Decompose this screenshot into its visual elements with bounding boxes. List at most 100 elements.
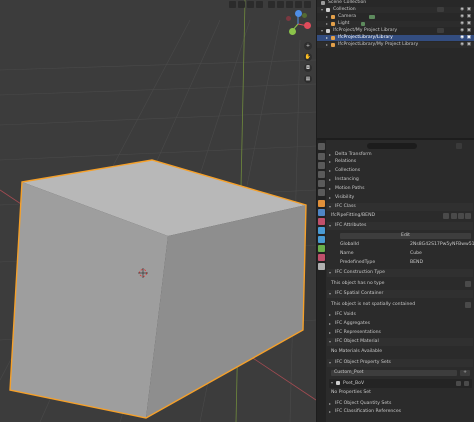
- world-tab-icon[interactable]: [318, 189, 325, 196]
- chevron-down-icon[interactable]: ▾: [331, 380, 333, 385]
- pset-dropdown[interactable]: Custom_Pset: [331, 370, 457, 376]
- modifier-tab-icon[interactable]: [318, 209, 325, 216]
- outliner-row-ifc-project[interactable]: ▾ IfcProject/My Project Library ◉ ▣: [317, 28, 474, 34]
- edit-attributes-button[interactable]: Edit: [340, 233, 471, 239]
- duplicate-icon[interactable]: [458, 213, 464, 219]
- panel-ifc-aggregates[interactable]: ▸ IFC Aggregates: [327, 320, 473, 328]
- outliner-row-library-selected[interactable]: ▸ IfcProjectLibrary/Library ◉ ▣: [317, 35, 474, 41]
- eye-icon[interactable]: ◉: [460, 21, 464, 27]
- outliner-panel: Scene Collection ▾ Collection ◉ ▣ ▸ Came…: [317, 0, 474, 138]
- panel-ifc-classification-references[interactable]: ▸ IFC Classification References: [327, 408, 473, 416]
- scene-tab-icon[interactable]: [318, 180, 325, 187]
- chevron-right-icon[interactable]: ▸: [326, 42, 328, 48]
- edit-icon[interactable]: [465, 302, 471, 308]
- panel-ifc-object-property-sets[interactable]: ▾ IFC Object Property Sets: [327, 359, 473, 367]
- viewport-header-btn[interactable]: [295, 1, 302, 8]
- outliner-row-camera[interactable]: ▸ Camera ◉ ▣: [317, 14, 474, 20]
- render-camera-icon[interactable]: ▣: [467, 21, 471, 27]
- attribute-row-predefined-type: PredefinedType BEND: [327, 259, 473, 267]
- panel-title: IFC Construction Type: [335, 270, 385, 275]
- material-tab-icon[interactable]: [318, 254, 325, 261]
- render-camera-icon[interactable]: ▣: [467, 14, 471, 20]
- eye-icon[interactable]: ◉: [460, 35, 464, 41]
- gizmo-z-icon[interactable]: [295, 10, 302, 17]
- panel-ifc-spatial-container[interactable]: ▾ IFC Spatial Container: [327, 290, 473, 298]
- eye-icon[interactable]: ◉: [460, 42, 464, 48]
- viewport-header-btn[interactable]: [256, 1, 263, 8]
- eye-icon[interactable]: ◉: [460, 7, 464, 13]
- data-tab-icon[interactable]: [318, 245, 325, 252]
- select-icon[interactable]: [443, 213, 449, 219]
- add-pset-icon[interactable]: +: [460, 370, 470, 376]
- render-camera-icon[interactable]: ▣: [467, 7, 471, 13]
- panel-visibility[interactable]: ▸ Visibility: [327, 194, 473, 202]
- outliner-row-collection[interactable]: ▾ Collection ◉ ▣: [317, 7, 474, 13]
- chevron-right-icon[interactable]: ▸: [326, 35, 328, 41]
- render-camera-icon[interactable]: ▣: [467, 28, 471, 34]
- particles-tab-icon[interactable]: [318, 218, 325, 225]
- chevron-right-icon: ▸: [329, 312, 332, 317]
- panel-collections[interactable]: ▸ Collections: [327, 167, 473, 175]
- checkbox-icon[interactable]: [437, 7, 444, 12]
- viewport-header-btn[interactable]: [238, 1, 245, 8]
- ifc-class-value: IfcPipeFitting/BEND: [331, 213, 376, 218]
- panel-ifc-construction-type[interactable]: ▾ IFC Construction Type: [327, 269, 473, 277]
- panel-ifc-object-quantity-sets[interactable]: ▸ IFC Object Quantity Sets: [327, 400, 473, 408]
- render-camera-icon[interactable]: ▣: [467, 42, 471, 48]
- panel-instancing[interactable]: ▸ Instancing: [327, 176, 473, 184]
- camera-view-icon[interactable]: ◘: [304, 64, 312, 72]
- output-tab-icon[interactable]: [318, 162, 325, 169]
- properties-search-input[interactable]: [367, 143, 417, 149]
- gizmo-y-icon[interactable]: [289, 28, 296, 35]
- eye-icon[interactable]: ◉: [460, 28, 464, 34]
- chevron-right-icon[interactable]: ▸: [326, 21, 328, 27]
- panel-motion-paths[interactable]: ▸ Motion Paths: [327, 185, 473, 193]
- edit-icon[interactable]: [451, 213, 457, 219]
- viewport-header-btn[interactable]: [247, 1, 254, 8]
- viewport-header-btn[interactable]: [304, 1, 311, 8]
- panel-ifc-attributes[interactable]: ▾ IFC Attributes: [327, 222, 473, 230]
- outliner-row-light[interactable]: ▸ Light ◉ ▣: [317, 21, 474, 27]
- pan-hand-icon[interactable]: ✋: [304, 53, 312, 61]
- zoom-icon[interactable]: +: [304, 42, 312, 50]
- outliner-row-ifc-project-library[interactable]: ▸ IfcProjectLibrary/My Project Library ◉…: [317, 42, 474, 48]
- eye-icon[interactable]: ◉: [460, 14, 464, 20]
- texture-tab-icon[interactable]: [318, 263, 325, 270]
- chevron-right-icon[interactable]: ▸: [326, 14, 328, 20]
- edit-icon[interactable]: [465, 281, 471, 287]
- constraints-tab-icon[interactable]: [318, 236, 325, 243]
- gizmo-neg-y-icon[interactable]: [302, 13, 307, 18]
- outliner-row-scene-collection[interactable]: Scene Collection: [317, 0, 474, 6]
- pset-name: Pset_BoV: [343, 381, 365, 386]
- edit-icon[interactable]: [456, 381, 461, 386]
- panel-ifc-voids[interactable]: ▸ IFC Voids: [327, 311, 473, 319]
- construction-type-row: This object has no type: [327, 280, 473, 288]
- panel-ifc-class[interactable]: ▾ IFC Class: [327, 203, 473, 211]
- render-camera-icon[interactable]: ▣: [467, 35, 471, 41]
- panel-ifc-representations[interactable]: ▸ IFC Representations: [327, 329, 473, 337]
- viewport-header-btn[interactable]: [229, 1, 236, 8]
- gizmo-neg-x-icon[interactable]: [286, 16, 291, 21]
- viewport-header-btn[interactable]: [277, 1, 284, 8]
- checkbox-icon[interactable]: [437, 28, 444, 33]
- physics-tab-icon[interactable]: [318, 227, 325, 234]
- delete-icon[interactable]: [465, 213, 471, 219]
- gizmo-x-icon[interactable]: [304, 22, 311, 29]
- panel-ifc-object-material[interactable]: ▾ IFC Object Material: [327, 338, 473, 346]
- pin-icon[interactable]: [456, 143, 462, 149]
- no-properties-text: No Properties Set: [331, 390, 371, 395]
- attribute-value: BEND: [410, 260, 424, 265]
- viewport-header-btn[interactable]: [286, 1, 293, 8]
- panel-relations[interactable]: ▸ Relations: [327, 158, 473, 166]
- 3d-viewport[interactable]: + ✋ ◘ ▦: [0, 0, 316, 422]
- chevron-down-icon[interactable]: ▾: [321, 7, 323, 13]
- attribute-key: PredefinedType: [340, 260, 376, 265]
- delete-icon[interactable]: [464, 381, 469, 386]
- render-tab-icon[interactable]: [318, 153, 325, 160]
- viewport-header-btn[interactable]: [268, 1, 275, 8]
- view-layer-tab-icon[interactable]: [318, 171, 325, 178]
- tool-tab-icon[interactable]: [318, 143, 325, 150]
- object-tab-icon[interactable]: [318, 200, 325, 207]
- chevron-down-icon[interactable]: ▾: [321, 28, 323, 34]
- grid-view-icon[interactable]: ▦: [304, 75, 312, 83]
